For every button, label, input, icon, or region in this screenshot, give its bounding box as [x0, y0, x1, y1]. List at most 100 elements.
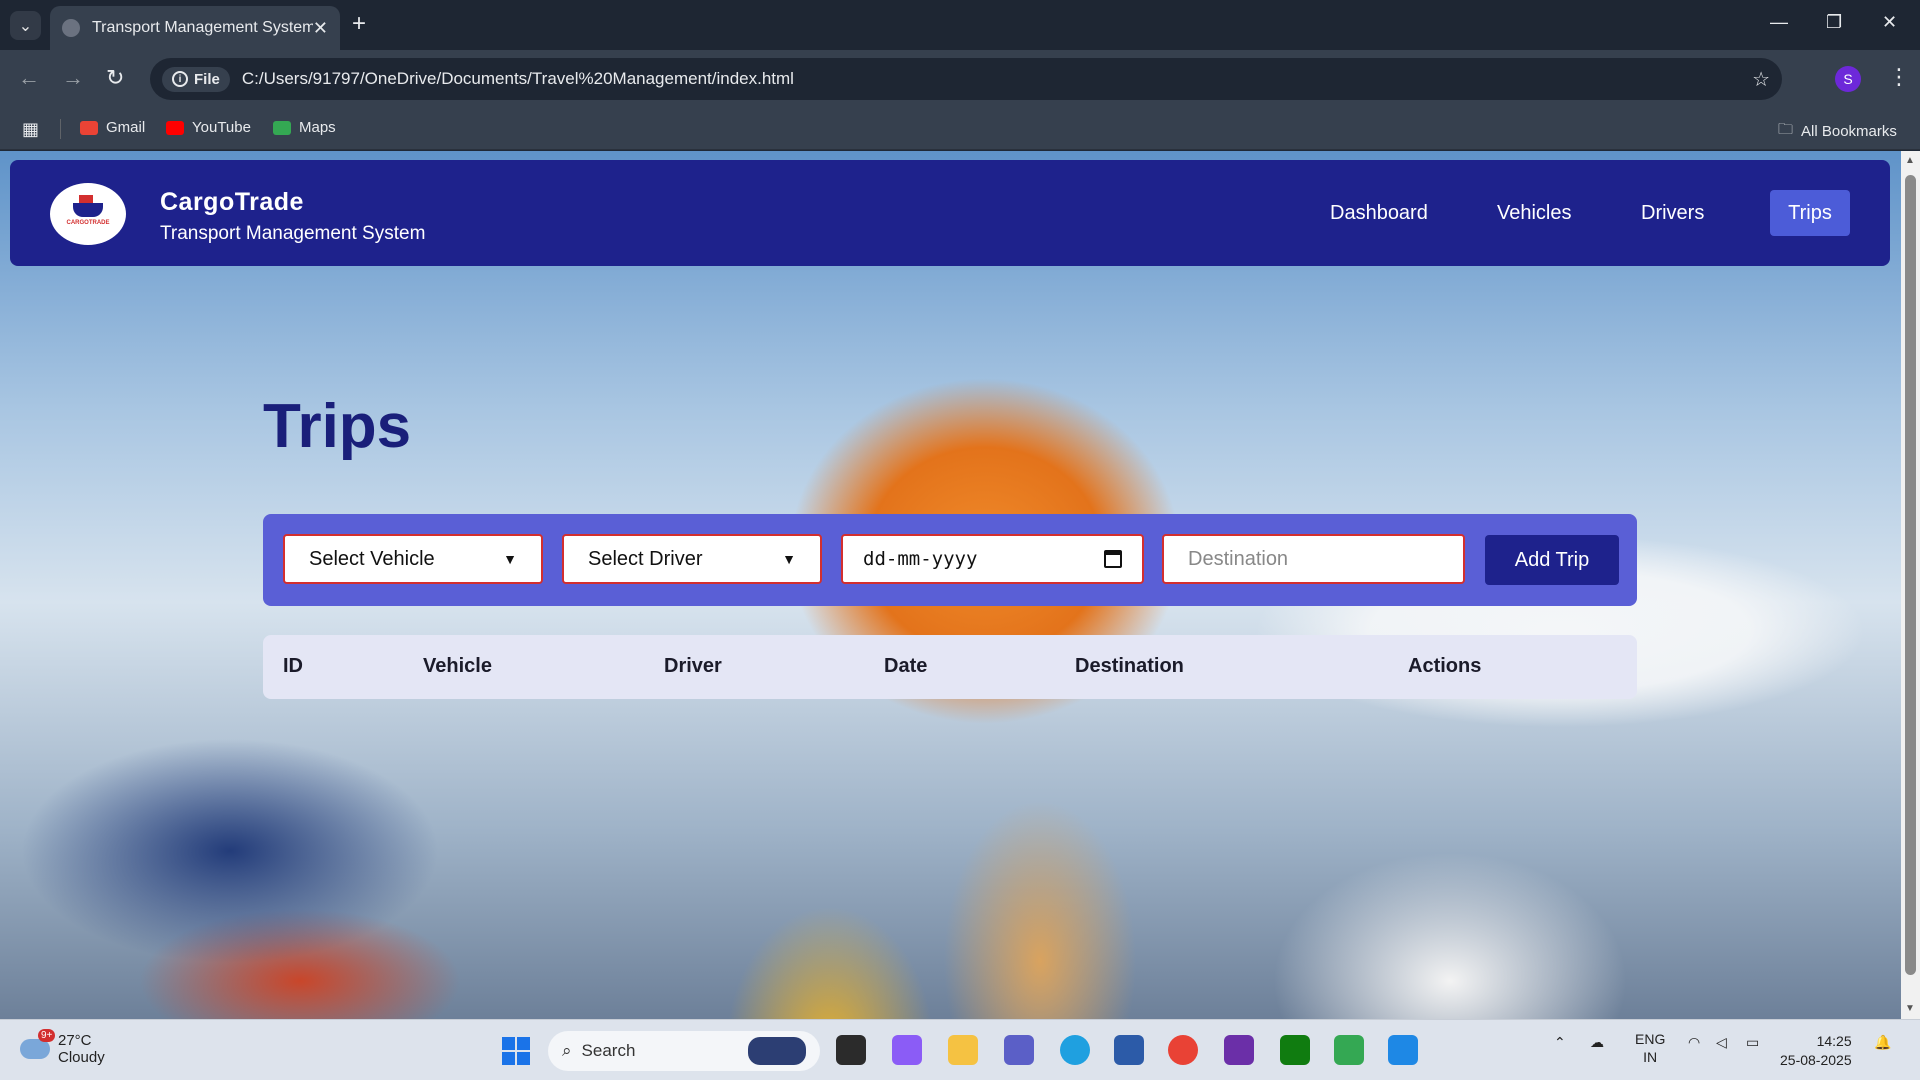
weather-temp: 27°C	[58, 1032, 92, 1049]
wifi-icon[interactable]: ◠	[1688, 1034, 1700, 1051]
chevron-down-icon: ⌄	[18, 17, 33, 35]
meet-icon[interactable]	[1334, 1035, 1364, 1065]
browser-tab-bar: ⌄ Transport Management System ✕ + — ❐ ✕	[0, 0, 1920, 50]
back-icon[interactable]: ←	[18, 65, 40, 91]
browser-toolbar: ← → ↻ i File C:/Users/91797/OneDrive/Doc…	[0, 50, 1920, 108]
notification-bell-icon[interactable]: 🔔	[1874, 1034, 1891, 1051]
nav-vehicles[interactable]: Vehicles	[1477, 190, 1592, 236]
bookmark-label: YouTube	[192, 119, 251, 136]
forward-icon[interactable]: →	[62, 65, 84, 91]
logo-text: CARGOTRADE	[66, 219, 110, 226]
file-explorer-icon[interactable]	[948, 1035, 978, 1065]
notification-badge: 9+	[38, 1029, 56, 1042]
column-header-driver: Driver	[664, 655, 722, 677]
bookmark-label: Maps	[299, 119, 336, 136]
more-menu-icon[interactable]: ⋮	[1888, 64, 1910, 90]
date-placeholder: dd-mm-yyyy	[863, 548, 978, 570]
search-highlight-image	[748, 1037, 806, 1065]
nav-trips[interactable]: Trips	[1770, 190, 1850, 236]
column-header-date: Date	[884, 655, 928, 677]
folder-icon: 🗀	[1778, 121, 1794, 138]
bookmarks-bar: ▦ Gmail YouTube Maps 🗀 All Bookmarks	[0, 108, 1920, 150]
bookmark-youtube[interactable]: YouTube	[166, 119, 251, 136]
column-header-actions: Actions	[1408, 655, 1482, 677]
weather-widget[interactable]: 9+ 27°C Cloudy	[20, 1029, 105, 1066]
language-bottom: IN	[1643, 1049, 1658, 1065]
chevron-down-icon: ▼	[782, 551, 796, 567]
onedrive-icon[interactable]: ☁	[1590, 1034, 1604, 1051]
xbox-icon[interactable]	[1280, 1035, 1310, 1065]
date-input[interactable]: dd-mm-yyyy	[841, 534, 1144, 584]
driver-select[interactable]: Select Driver ▼	[562, 534, 822, 584]
destination-input[interactable]: Destination	[1162, 534, 1465, 584]
site-info-chip[interactable]: i File	[162, 66, 230, 92]
column-header-destination: Destination	[1075, 655, 1184, 677]
calendar-icon[interactable]	[1104, 550, 1122, 568]
brand-subtitle: Transport Management System	[160, 223, 426, 244]
clock-time: 14:25	[1816, 1033, 1852, 1049]
clock-date: 25-08-2025	[1780, 1052, 1852, 1068]
close-tab-icon[interactable]: ✕	[313, 18, 328, 39]
nav-dashboard[interactable]: Dashboard	[1310, 190, 1448, 236]
maps-icon	[273, 120, 291, 135]
add-trip-button[interactable]: Add Trip	[1485, 535, 1619, 585]
scroll-down-icon[interactable]: ▼	[1905, 1003, 1915, 1014]
ship-icon	[73, 194, 103, 217]
bookmark-label: Gmail	[106, 119, 146, 136]
column-header-id: ID	[283, 655, 303, 677]
column-header-vehicle: Vehicle	[423, 655, 492, 677]
new-tab-button[interactable]: +	[352, 12, 366, 36]
tab-title: Transport Management System	[92, 19, 313, 36]
chrome-icon[interactable]	[1168, 1035, 1198, 1065]
all-bookmarks[interactable]: 🗀 All Bookmarks	[1778, 119, 1897, 144]
clock[interactable]: 14:25 25-08-2025	[1780, 1032, 1852, 1070]
battery-icon[interactable]: ▭	[1746, 1034, 1759, 1051]
store-icon[interactable]	[1114, 1035, 1144, 1065]
page-title: Trips	[263, 392, 412, 461]
profile-avatar[interactable]: S	[1835, 66, 1861, 92]
scroll-up-icon[interactable]: ▲	[1905, 155, 1915, 166]
address-bar[interactable]: i File C:/Users/91797/OneDrive/Documents…	[150, 58, 1782, 100]
bookmark-star-icon[interactable]: ☆	[1752, 67, 1770, 92]
search-label: Search	[581, 1041, 636, 1060]
bookmark-maps[interactable]: Maps	[273, 119, 336, 136]
brand-name: CargoTrade	[160, 188, 304, 216]
app-header: CARGOTRADE CargoTrade Transport Manageme…	[10, 160, 1890, 266]
vscode-icon[interactable]	[1388, 1035, 1418, 1065]
divider	[60, 119, 61, 139]
task-view-icon[interactable]	[836, 1035, 866, 1065]
gmail-icon	[80, 120, 98, 135]
edge-icon[interactable]	[1060, 1035, 1090, 1065]
weather-desc: Cloudy	[58, 1049, 105, 1066]
page-scrollbar[interactable]: ▲ ▼	[1901, 151, 1920, 1019]
show-hidden-icons-icon[interactable]: ⌃	[1554, 1034, 1566, 1051]
tab-search-button[interactable]: ⌄	[10, 11, 41, 40]
taskbar-search[interactable]: ⌕ Search	[548, 1031, 820, 1071]
windows-start-icon[interactable]	[502, 1037, 530, 1065]
language-indicator[interactable]: ENG IN	[1635, 1030, 1665, 1066]
site-info-label: File	[194, 70, 220, 88]
minimize-icon[interactable]: —	[1770, 12, 1788, 33]
nav-drivers[interactable]: Drivers	[1621, 190, 1724, 236]
add-trip-form: Select Vehicle ▼ Select Driver ▼ dd-mm-y…	[263, 514, 1637, 606]
vehicle-select-value: Select Vehicle	[309, 547, 435, 570]
chevron-down-icon: ▼	[503, 551, 517, 567]
copilot-icon[interactable]	[892, 1035, 922, 1065]
all-bookmarks-label: All Bookmarks	[1801, 123, 1897, 140]
bookmark-gmail[interactable]: Gmail	[80, 119, 145, 136]
app-icon[interactable]	[1224, 1035, 1254, 1065]
cargotrade-logo: CARGOTRADE	[50, 183, 126, 245]
restore-icon[interactable]: ❐	[1826, 12, 1842, 33]
vehicle-select[interactable]: Select Vehicle ▼	[283, 534, 543, 584]
globe-icon	[62, 19, 80, 37]
reload-icon[interactable]: ↻	[106, 65, 124, 91]
page-viewport: CARGOTRADE CargoTrade Transport Manageme…	[0, 151, 1901, 1019]
browser-tab[interactable]: Transport Management System ✕	[50, 6, 340, 50]
scrollbar-thumb[interactable]	[1905, 175, 1916, 975]
close-window-icon[interactable]: ✕	[1882, 12, 1897, 33]
volume-icon[interactable]: ◁	[1716, 1034, 1727, 1051]
url-text[interactable]: C:/Users/91797/OneDrive/Documents/Travel…	[242, 69, 1752, 89]
teams-icon[interactable]	[1004, 1035, 1034, 1065]
language-top: ENG	[1635, 1031, 1666, 1047]
apps-grid-icon[interactable]: ▦	[22, 119, 39, 140]
